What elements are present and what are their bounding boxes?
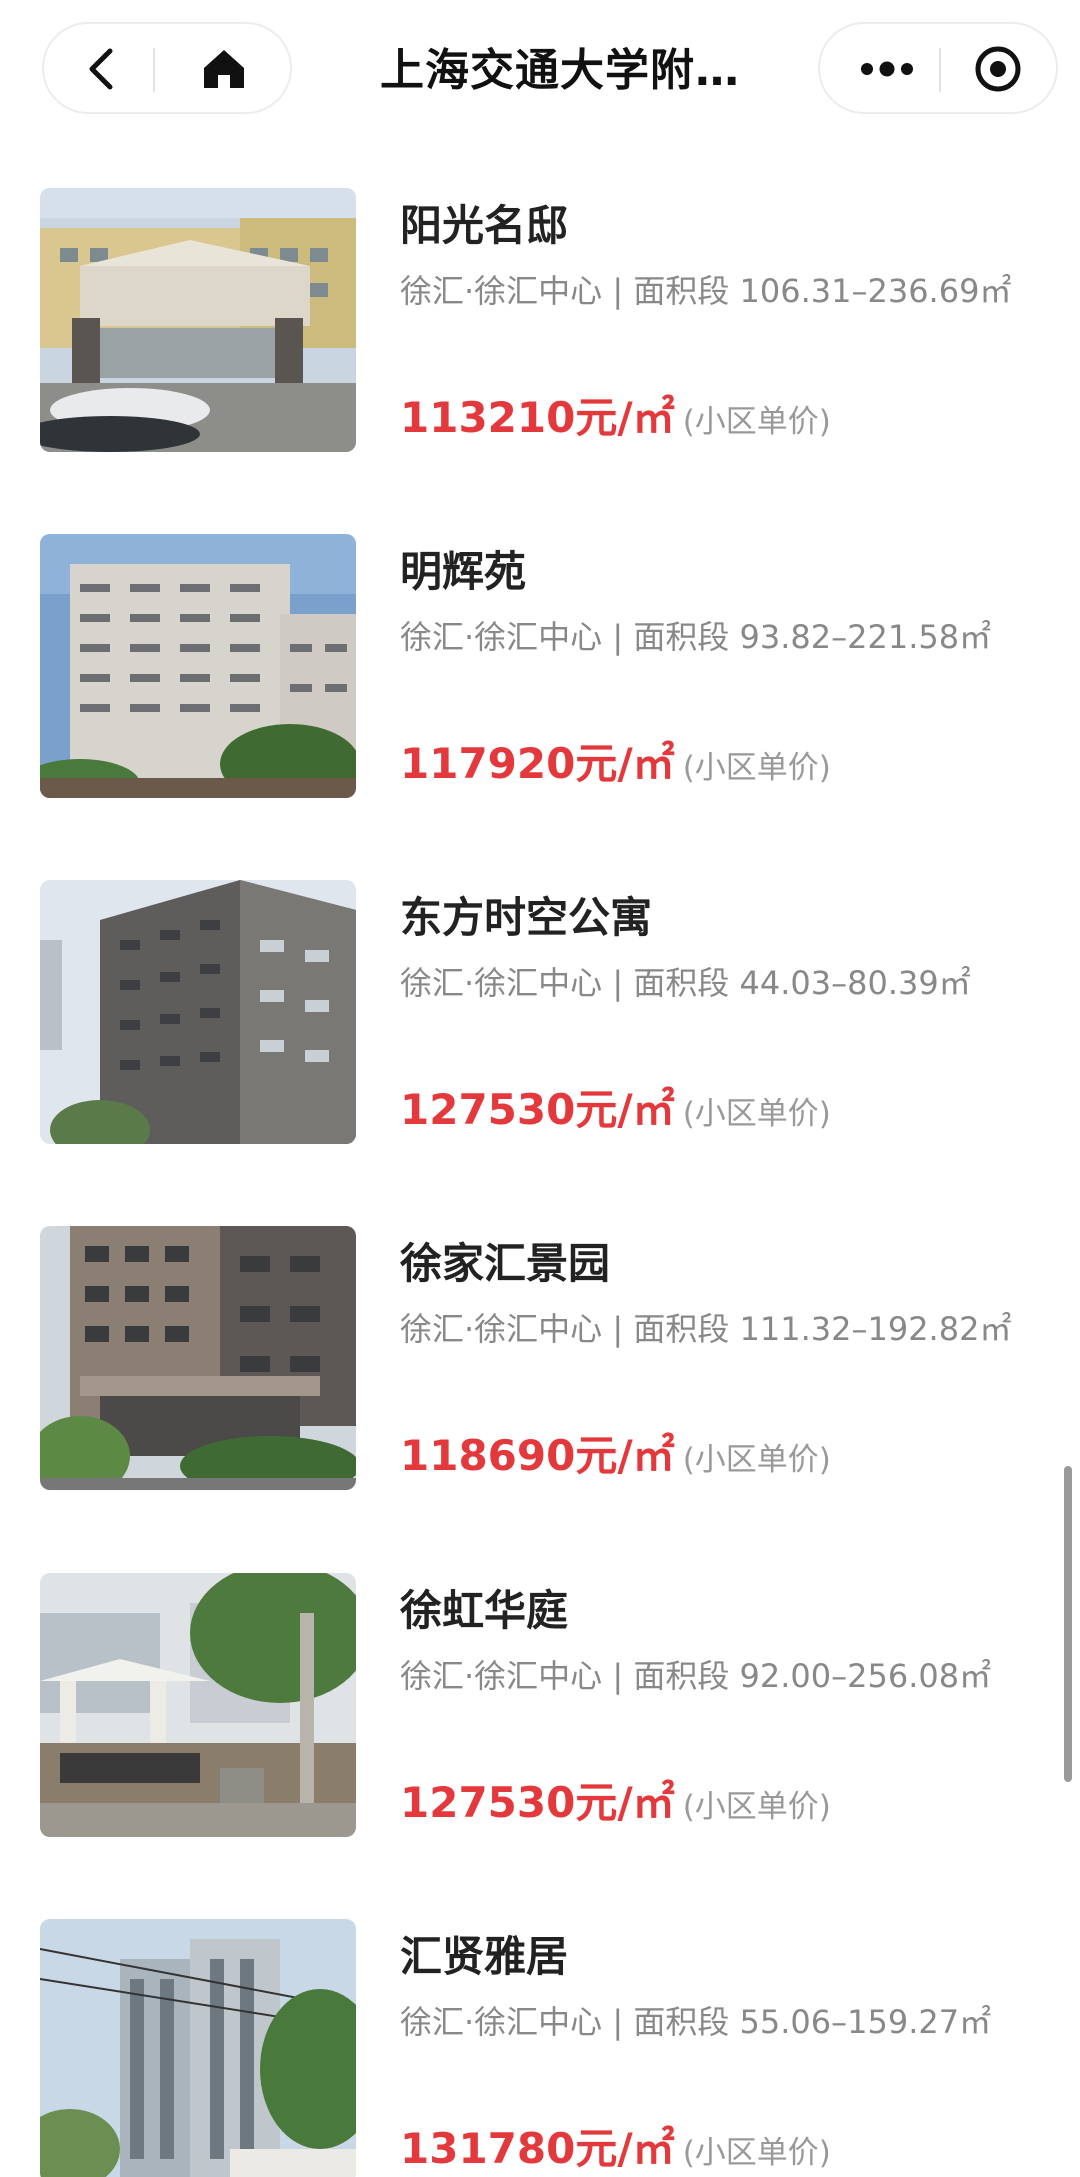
scrollbar-thumb[interactable] (1064, 1466, 1072, 1782)
area-range: 111.32–192.82㎡ (739, 1310, 1012, 1348)
listing-photo[interactable] (40, 1573, 356, 1837)
building-photo-image (40, 1919, 356, 2177)
price-note: (小区单价) (682, 404, 831, 440)
building-photo-image (40, 1226, 356, 1490)
more-button[interactable] (842, 36, 932, 102)
listing-name: 东方时空公寓 (400, 893, 653, 942)
listing-district: 徐汇·徐汇中心 (400, 1310, 603, 1348)
listing-info: 徐虹华庭 徐汇·徐汇中心 | 面积段 92.00–256.08㎡ 127530元… (400, 1573, 1050, 1837)
top-navigation-bar: 上海交通大学附… (0, 0, 1080, 140)
chevron-left-icon (89, 48, 113, 90)
listing-meta: 徐汇·徐汇中心 | 面积段 93.82–221.58㎡ (400, 612, 991, 658)
meta-separator: | (612, 618, 634, 656)
listing-item[interactable]: 徐家汇景园 徐汇·徐汇中心 | 面积段 111.32–192.82㎡ 11869… (0, 1226, 1080, 1490)
area-range: 55.06–159.27㎡ (739, 2003, 992, 2041)
price-note: (小区单价) (682, 2135, 831, 2171)
price-note: (小区单价) (682, 1096, 831, 1132)
building-photo-image (40, 188, 356, 452)
listing-info: 东方时空公寓 徐汇·徐汇中心 | 面积段 44.03–80.39㎡ 127530… (400, 880, 1050, 1144)
home-button[interactable] (184, 36, 264, 102)
listing-district: 徐汇·徐汇中心 (400, 618, 603, 656)
price-note: (小区单价) (682, 1789, 831, 1825)
home-icon (204, 50, 244, 88)
listing-price: 131780元/㎡ (400, 2124, 675, 2173)
listing-item[interactable]: 徐虹华庭 徐汇·徐汇中心 | 面积段 92.00–256.08㎡ 127530元… (0, 1573, 1080, 1837)
listing-info: 阳光名邸 徐汇·徐汇中心 | 面积段 106.31–236.69㎡ 113210… (400, 188, 1050, 452)
listing-district: 徐汇·徐汇中心 (400, 964, 603, 1002)
listing-price: 118690元/㎡ (400, 1431, 675, 1480)
listing-photo[interactable] (40, 1919, 356, 2177)
meta-separator: | (612, 964, 634, 1002)
listing-info: 明辉苑 徐汇·徐汇中心 | 面积段 93.82–221.58㎡ 117920元/… (400, 534, 1050, 798)
area-label: 面积段 (633, 1657, 730, 1695)
listing-photo[interactable] (40, 534, 356, 798)
listing-name: 徐虹华庭 (400, 1586, 569, 1635)
area-label: 面积段 (633, 964, 730, 1002)
listing-info: 徐家汇景园 徐汇·徐汇中心 | 面积段 111.32–192.82㎡ 11869… (400, 1226, 1050, 1490)
listing-meta: 徐汇·徐汇中心 | 面积段 55.06–159.27㎡ (400, 1997, 991, 2043)
page: 阳光名邸 徐汇·徐汇中心 | 面积段 106.31–236.69㎡ 113210… (0, 0, 1080, 2177)
area-label: 面积段 (633, 618, 730, 656)
price-row: 117920元/㎡ (小区单价) (400, 730, 831, 791)
page-title: 上海交通大学附… (380, 45, 740, 96)
area-range: 92.00–256.08㎡ (739, 1657, 992, 1695)
listing-name: 徐家汇景园 (400, 1239, 611, 1288)
building-photo-image (40, 880, 356, 1144)
listing-district: 徐汇·徐汇中心 (400, 272, 603, 310)
price-row: 127530元/㎡ (小区单价) (400, 1076, 831, 1137)
area-range: 93.82–221.58㎡ (739, 618, 992, 656)
nav-capsule-left (42, 22, 292, 114)
target-close-icon (975, 46, 1021, 92)
listing-district: 徐汇·徐汇中心 (400, 2003, 603, 2041)
capsule-divider (939, 48, 941, 92)
price-row: 113210元/㎡ (小区单价) (400, 384, 831, 445)
area-range: 106.31–236.69㎡ (739, 272, 1012, 310)
more-dots-icon (861, 61, 913, 77)
listing-item[interactable]: 阳光名邸 徐汇·徐汇中心 | 面积段 106.31–236.69㎡ 113210… (0, 188, 1080, 452)
listing-photo[interactable] (40, 880, 356, 1144)
listing-meta: 徐汇·徐汇中心 | 面积段 106.31–236.69㎡ (400, 266, 1011, 312)
area-range: 44.03–80.39㎡ (739, 964, 971, 1002)
area-label: 面积段 (633, 2003, 730, 2041)
price-row: 127530元/㎡ (小区单价) (400, 1769, 831, 1830)
close-miniprogram-button[interactable] (958, 36, 1038, 102)
price-row: 118690元/㎡ (小区单价) (400, 1422, 831, 1483)
price-note: (小区单价) (682, 1442, 831, 1478)
listing-info: 汇贤雅居 徐汇·徐汇中心 | 面积段 55.06–159.27㎡ 131780元… (400, 1919, 1050, 2177)
price-row: 131780元/㎡ (小区单价) (400, 2115, 831, 2176)
back-button[interactable] (66, 36, 136, 102)
listing-item[interactable]: 明辉苑 徐汇·徐汇中心 | 面积段 93.82–221.58㎡ 117920元/… (0, 534, 1080, 798)
listing-district: 徐汇·徐汇中心 (400, 1657, 603, 1695)
meta-separator: | (612, 2003, 634, 2041)
building-photo-image (40, 1573, 356, 1837)
listing-price: 113210元/㎡ (400, 393, 675, 442)
building-photo-image (40, 534, 356, 798)
listing-meta: 徐汇·徐汇中心 | 面积段 92.00–256.08㎡ (400, 1651, 991, 1697)
listing-meta: 徐汇·徐汇中心 | 面积段 44.03–80.39㎡ (400, 958, 971, 1004)
listing-name: 明辉苑 (400, 547, 527, 596)
listing-price: 117920元/㎡ (400, 739, 675, 788)
capsule-divider (153, 48, 155, 92)
meta-separator: | (612, 1657, 634, 1695)
listing-price: 127530元/㎡ (400, 1085, 675, 1134)
listing-item[interactable]: 东方时空公寓 徐汇·徐汇中心 | 面积段 44.03–80.39㎡ 127530… (0, 880, 1080, 1144)
listing-price: 127530元/㎡ (400, 1778, 675, 1827)
nav-capsule-right (818, 22, 1058, 114)
listing-meta: 徐汇·徐汇中心 | 面积段 111.32–192.82㎡ (400, 1304, 1011, 1350)
listing-photo[interactable] (40, 188, 356, 452)
area-label: 面积段 (633, 1310, 730, 1348)
meta-separator: | (612, 272, 634, 310)
meta-separator: | (612, 1310, 634, 1348)
price-note: (小区单价) (682, 750, 831, 786)
area-label: 面积段 (633, 272, 730, 310)
listing-item[interactable]: 汇贤雅居 徐汇·徐汇中心 | 面积段 55.06–159.27㎡ 131780元… (0, 1919, 1080, 2177)
listing-name: 汇贤雅居 (400, 1932, 569, 1981)
listing-name: 阳光名邸 (400, 201, 569, 250)
listing-photo[interactable] (40, 1226, 356, 1490)
